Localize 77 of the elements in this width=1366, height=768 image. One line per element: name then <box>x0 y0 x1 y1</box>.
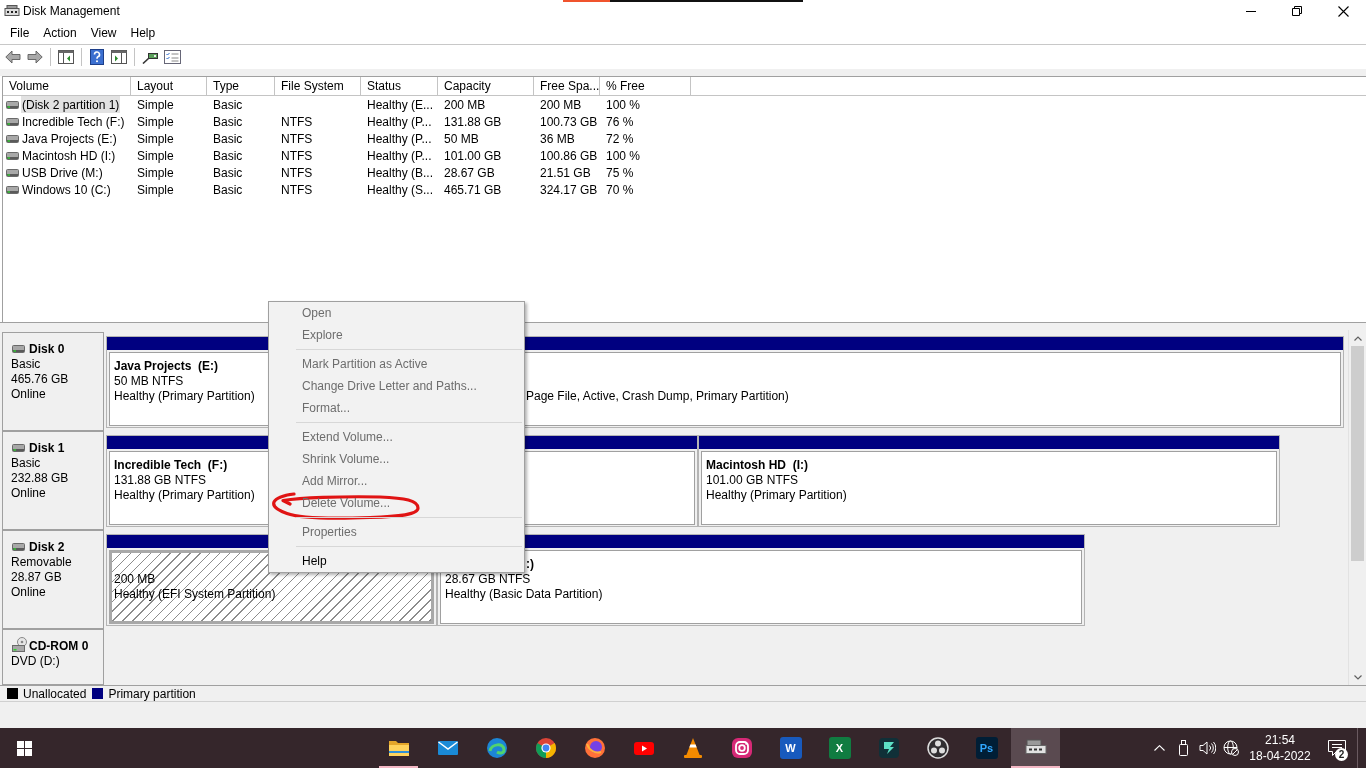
table-cell-text: 50 MB <box>444 130 479 148</box>
table-cell-text: Basic <box>213 181 243 199</box>
table-cell-text: Basic <box>213 130 243 148</box>
partition-title: Incredible Tech (F:) <box>114 456 228 474</box>
table-cell-text: 100.86 GB <box>540 147 598 165</box>
table-cell-text: Healthy (B... <box>367 164 434 182</box>
partition-title: :) <box>526 555 534 573</box>
table-cell-text: 28.67 GB <box>444 164 495 182</box>
partition-status: Healthy (Primary Partition) <box>114 387 255 405</box>
disk-name: Disk 0 <box>29 340 65 358</box>
partition-size: 101.00 GB NTFS <box>706 472 799 489</box>
partition-title: Macintosh HD (I:) <box>706 456 808 474</box>
app-logo: X <box>828 737 851 759</box>
table-cell-text: 324.17 GB <box>540 181 598 199</box>
partition-status: Page File, Active, Crash Dump, Primary Partition) <box>526 387 789 405</box>
legend-label: Unallocated <box>23 685 87 703</box>
partition-status: Healthy (Primary Partition) <box>706 486 847 504</box>
disk-detail: 465.76 GB <box>11 370 69 388</box>
partition-status: Healthy (EFI System Partition) <box>114 585 276 603</box>
table-cell-text: Healthy (P... <box>367 113 432 131</box>
table-cell-text: 75 % <box>606 164 634 182</box>
table-cell-text: Simple <box>137 130 174 148</box>
table-cell-text: Basic <box>213 96 243 114</box>
table-cell-text: Basic <box>213 147 243 165</box>
notification-count: 2 <box>1335 748 1348 761</box>
table-cell-text: Simple <box>137 96 174 114</box>
partition-size: 28.67 GB NTFS <box>445 571 531 588</box>
table-cell-text: 100 % <box>606 147 641 165</box>
partition-size: 50 MB NTFS <box>114 373 184 390</box>
table-cell-text: Simple <box>137 147 174 165</box>
disk-detail: Removable <box>11 553 72 571</box>
table-cell-text: NTFS <box>281 147 313 165</box>
partition-status: Healthy (Basic Data Partition) <box>445 585 603 603</box>
table-cell-text: Simple <box>137 181 174 199</box>
legend-label: Primary partition <box>108 685 196 703</box>
disk-detail: Basic <box>11 355 41 373</box>
table-cell-text: 76 % <box>606 113 634 131</box>
disk-detail: Online <box>11 583 46 601</box>
table-cell-text: Simple <box>137 113 174 131</box>
partition-status: Healthy (Primary Partition) <box>114 486 255 504</box>
table-cell-text: 200 MB <box>444 96 486 114</box>
app-logo: Ps <box>975 737 998 759</box>
disk-detail: 232.88 GB <box>11 469 69 487</box>
app-logo: W <box>779 737 802 759</box>
partition-title: Java Projects (E:) <box>114 357 219 375</box>
table-cell-text: 36 MB <box>540 130 575 148</box>
table-cell-text: NTFS <box>281 164 313 182</box>
disk-detail: DVD (D:) <box>11 652 60 670</box>
table-cell-text: 21.51 GB <box>540 164 591 182</box>
table-cell-text: Basic <box>213 113 243 131</box>
disk-detail: 28.87 GB <box>11 568 62 586</box>
table-cell-text: 70 % <box>606 181 634 199</box>
table-cell-text: 100 % <box>606 96 641 114</box>
table-cell-text: NTFS <box>281 181 313 199</box>
disk-detail: Online <box>11 484 46 502</box>
partition-size: 131.88 GB NTFS <box>114 471 207 489</box>
partition-size: 200 MB <box>114 570 156 588</box>
table-cell-text: 101.00 GB <box>444 147 502 165</box>
table-cell-text: Healthy (P... <box>367 147 432 165</box>
table-cell-text: 72 % <box>606 130 634 148</box>
table-cell-text: Healthy (E... <box>367 96 434 114</box>
table-cell-text: Healthy (S... <box>367 181 434 199</box>
table-cell-text: Basic <box>213 164 243 182</box>
disk-detail: Basic <box>11 454 41 472</box>
disk-name: Disk 2 <box>29 538 65 556</box>
disk-name: Disk 1 <box>29 439 65 457</box>
table-cell-text: 131.88 GB <box>444 113 502 131</box>
table-cell-text: 100.73 GB <box>540 113 598 131</box>
table-cell-text: NTFS <box>281 113 313 131</box>
window-title: Disk Management <box>23 3 120 20</box>
table-cell-text: 465.71 GB <box>444 181 502 199</box>
disk-name: CD-ROM 0 <box>29 637 89 655</box>
table-cell-text: NTFS <box>281 130 313 148</box>
table-cell-text: 200 MB <box>540 96 582 114</box>
table-cell-text: Simple <box>137 164 174 182</box>
table-cell-text: Healthy (P... <box>367 130 432 148</box>
disk-detail: Online <box>11 385 46 403</box>
